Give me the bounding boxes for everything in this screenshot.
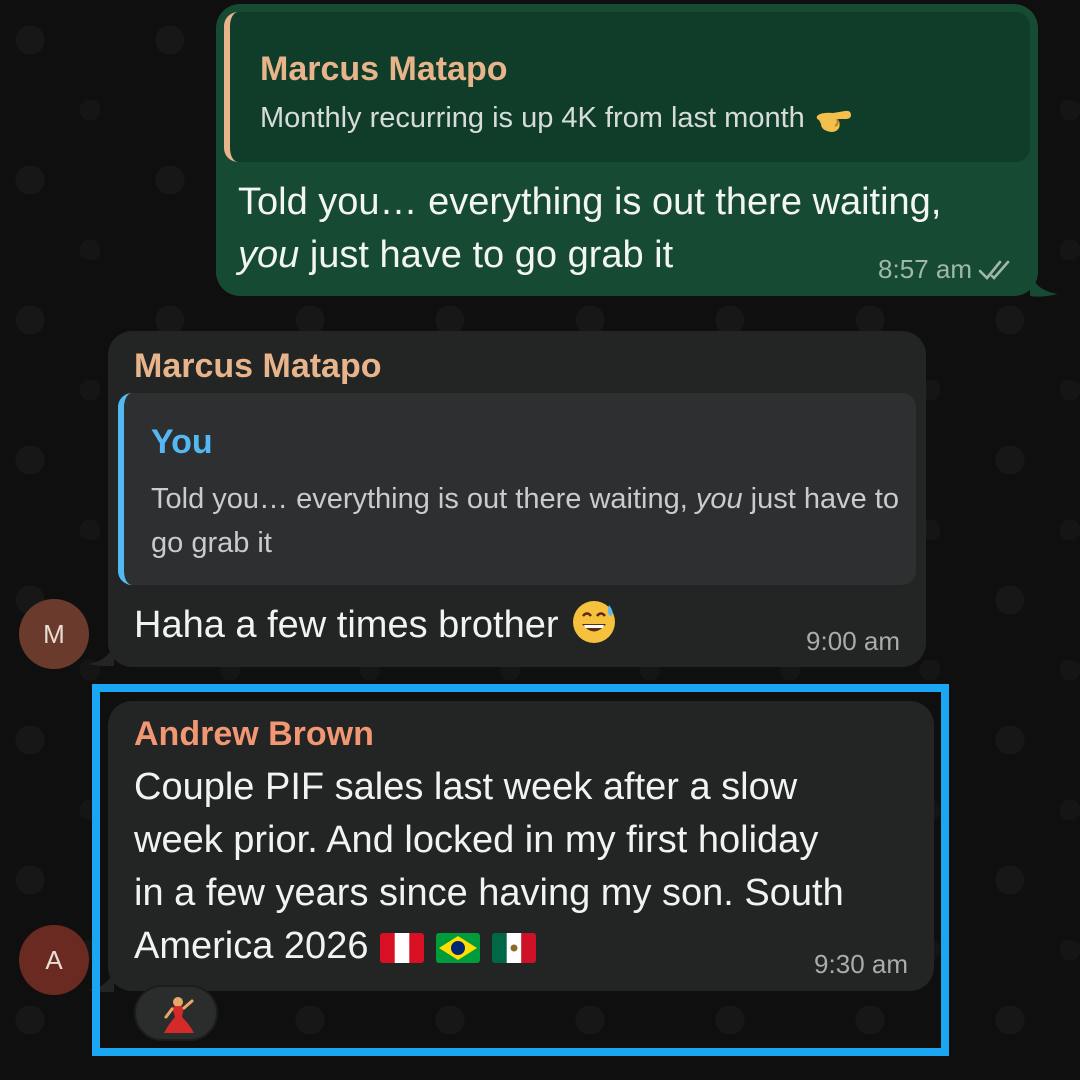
double-check-icon: [978, 260, 1010, 280]
outgoing-text-line1: Told you… everything is out there waitin…: [238, 181, 942, 223]
avatar[interactable]: M: [19, 599, 89, 669]
avatar[interactable]: A: [19, 925, 89, 995]
italic-word: you: [238, 234, 300, 276]
grinning-sweat-emoji-icon: [572, 601, 615, 643]
message-timestamp: 8:57 am: [878, 254, 972, 284]
quoted-text: Monthly recurring is up 4K from last mon…: [260, 102, 853, 135]
quoted-author: You: [151, 423, 213, 461]
outgoing-message-bubble[interactable]: Marcus Matapo Monthly recurring is up 4K…: [216, 4, 1038, 296]
highlight-box: [92, 684, 949, 1056]
message-timestamp: 9:00 am: [806, 626, 900, 656]
quoted-text-part1: Told you… everything is out there waitin…: [151, 483, 696, 515]
sender-name[interactable]: Marcus Matapo: [134, 347, 382, 386]
message-text-content: Haha a few times brother: [134, 604, 559, 646]
italic-word: you: [695, 483, 743, 515]
quoted-message[interactable]: Marcus Matapo Monthly recurring is up 4K…: [224, 12, 1030, 162]
quoted-text-content: Monthly recurring is up 4K from last mon…: [260, 102, 805, 134]
bubble-tail-icon: [88, 640, 114, 666]
message-text: Haha a few times brother: [134, 599, 617, 652]
quoted-author: Marcus Matapo: [260, 50, 508, 88]
incoming-message-bubble[interactable]: Marcus Matapo You Told you… everything i…: [108, 331, 926, 667]
quoted-message[interactable]: You Told you… everything is out there wa…: [118, 393, 916, 585]
quoted-text: Told you… everything is out there waitin…: [151, 477, 911, 565]
bubble-tail-icon: [1030, 268, 1058, 297]
outgoing-text-line2-rest: just have to go grab it: [299, 234, 674, 276]
pointing-hand-emoji-icon: [816, 111, 851, 133]
